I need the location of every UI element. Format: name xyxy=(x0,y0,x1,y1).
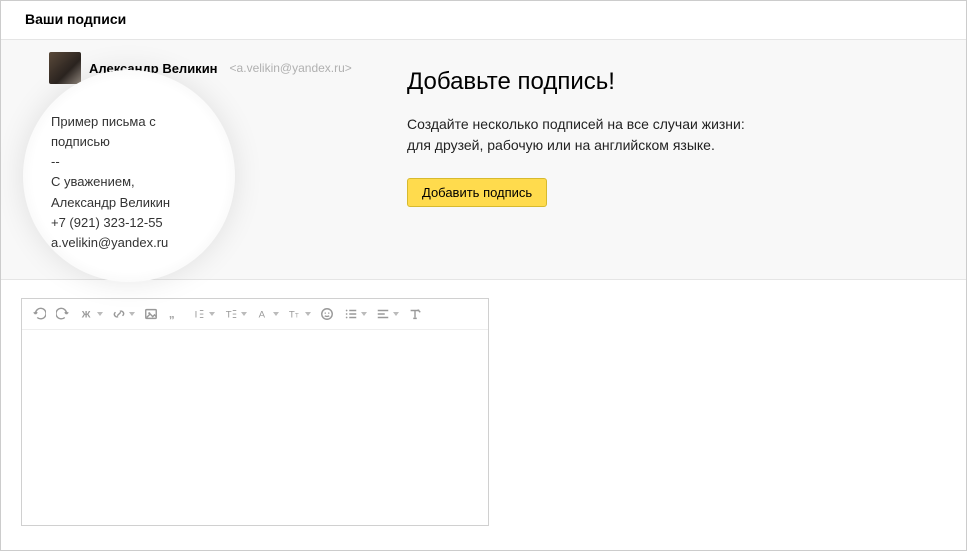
font-size-icon[interactable]: TT xyxy=(284,303,306,325)
redo-icon[interactable] xyxy=(52,303,74,325)
bold-icon[interactable]: Ж xyxy=(76,303,98,325)
svg-text:Ж: Ж xyxy=(81,310,91,321)
list-icon[interactable] xyxy=(340,303,362,325)
signature-editor: Ж „ I T A TT xyxy=(21,298,489,526)
svg-text:I: I xyxy=(195,310,198,321)
signature-intro-panel: Александр Великин <a.velikin@yandex.ru> … xyxy=(1,40,966,280)
add-signature-button[interactable]: Добавить подпись xyxy=(407,178,547,207)
signature-preview: Александр Великин <a.velikin@yandex.ru> … xyxy=(1,40,361,279)
svg-text:T: T xyxy=(226,310,232,321)
intro-title: Добавьте подпись! xyxy=(407,68,946,96)
paragraph-icon[interactable]: T xyxy=(220,303,242,325)
svg-text:A: A xyxy=(259,310,266,321)
image-icon[interactable] xyxy=(140,303,162,325)
line-height-icon[interactable]: I xyxy=(188,303,210,325)
signature-line: a.velikin@yandex.ru xyxy=(51,233,207,253)
magnifier-preview: Пример письма с подписью -- С уважением,… xyxy=(23,70,235,282)
editor-toolbar: Ж „ I T A TT xyxy=(22,299,488,330)
sample-intro-text: Пример письма с подписью xyxy=(51,112,207,152)
font-color-icon[interactable]: A xyxy=(252,303,274,325)
clear-format-icon[interactable] xyxy=(404,303,426,325)
quote-icon[interactable]: „ xyxy=(164,303,186,325)
section-title: Ваши подписи xyxy=(25,11,126,27)
signature-line: +7 (921) 323-12-55 xyxy=(51,213,207,233)
editor-section: Ж „ I T A TT xyxy=(1,280,966,544)
sender-email: <a.velikin@yandex.ru> xyxy=(230,61,352,75)
undo-icon[interactable] xyxy=(28,303,50,325)
align-icon[interactable] xyxy=(372,303,394,325)
svg-text:„: „ xyxy=(169,309,175,321)
svg-text:T: T xyxy=(289,310,295,321)
link-icon[interactable] xyxy=(108,303,130,325)
signature-separator: -- xyxy=(51,152,207,172)
editor-textarea[interactable] xyxy=(22,330,488,525)
signature-line: Александр Великин xyxy=(51,193,207,213)
svg-text:T: T xyxy=(295,313,299,320)
avatar xyxy=(49,52,81,84)
section-header: Ваши подписи xyxy=(1,1,966,40)
intro-text: Создайте несколько подписей на все случа… xyxy=(407,114,946,156)
intro-area: Добавьте подпись! Создайте несколько под… xyxy=(361,40,966,279)
emoji-icon[interactable] xyxy=(316,303,338,325)
signature-line: С уважением, xyxy=(51,172,207,192)
